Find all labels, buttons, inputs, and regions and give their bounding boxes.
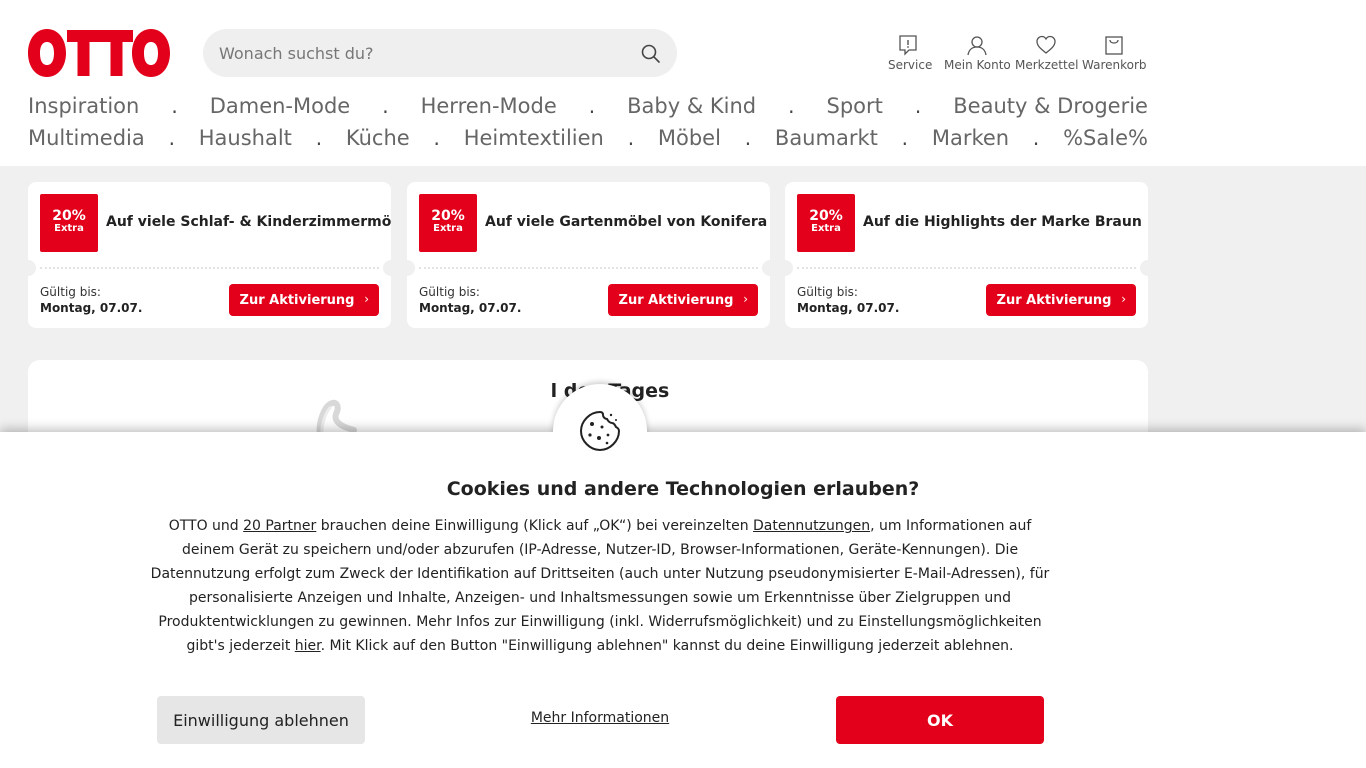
- cart-link[interactable]: Warenkorb: [1082, 34, 1147, 74]
- cookie-text: OTTO und 20 Partner brauchen deine Einwi…: [150, 518, 1050, 654]
- cookie-badge: [549, 384, 651, 482]
- coupon-divider: [797, 267, 1136, 269]
- main-nav-row-1: Inspiration . Damen-Mode . Herren-Mode .…: [28, 94, 1148, 118]
- nav-item-baumarkt[interactable]: Baumarkt: [775, 126, 878, 150]
- nav-item-sport[interactable]: Sport: [827, 94, 883, 118]
- search-icon[interactable]: [640, 43, 662, 65]
- coupon-card: 20% Extra Auf viele Gartenmöbel von Koni…: [407, 182, 770, 328]
- chevron-right-icon: ›: [364, 292, 369, 306]
- search-input[interactable]: [203, 29, 633, 77]
- cookie-title: Cookies und andere Technologien erlauben…: [446, 478, 920, 500]
- valid-date: Montag, 07.07.: [797, 301, 900, 315]
- service-icon: [888, 34, 928, 56]
- nav-item-herren-mode[interactable]: Herren-Mode: [421, 94, 557, 118]
- site-header: Service Mein Konto Merkzettel Warenkorb …: [0, 0, 1366, 166]
- nav-item-marken[interactable]: Marken: [932, 126, 1009, 150]
- valid-label: Gültig bis:: [40, 285, 101, 299]
- cart-icon: [1082, 34, 1146, 56]
- nav-item-haushalt[interactable]: Haushalt: [199, 126, 292, 150]
- chevron-right-icon: ›: [743, 292, 748, 306]
- valid-label: Gültig bis:: [419, 285, 480, 299]
- activate-coupon-button[interactable]: Zur Aktivierung ›: [608, 284, 758, 316]
- valid-date: Montag, 07.07.: [419, 301, 522, 315]
- nav-item-kueche[interactable]: Küche: [346, 126, 410, 150]
- nav-item-beauty-drogerie[interactable]: Beauty & Drogerie: [953, 94, 1148, 118]
- nav-item-inspiration[interactable]: Inspiration: [28, 94, 139, 118]
- wishlist-label: Merkzettel: [1015, 58, 1079, 72]
- nav-item-multimedia[interactable]: Multimedia: [28, 126, 145, 150]
- chevron-right-icon: ›: [1121, 292, 1126, 306]
- datennutzungen-link[interactable]: Datennutzungen: [753, 518, 870, 534]
- account-label: Mein Konto: [944, 58, 1011, 72]
- partner-link[interactable]: 20 Partner: [243, 518, 316, 534]
- discount-badge: 20% Extra: [40, 194, 98, 252]
- decline-consent-button[interactable]: Einwilligung ablehnen: [157, 696, 365, 744]
- heart-icon: [1015, 34, 1077, 56]
- activate-coupon-button[interactable]: Zur Aktivierung ›: [229, 284, 379, 316]
- nav-item-sale[interactable]: %Sale%: [1063, 126, 1148, 150]
- otto-logo[interactable]: [28, 27, 170, 79]
- nav-item-heimtextilien[interactable]: Heimtextilien: [464, 126, 604, 150]
- service-link[interactable]: Service: [888, 34, 933, 74]
- nav-item-baby-kind[interactable]: Baby & Kind: [627, 94, 756, 118]
- nav-item-damen-mode[interactable]: Damen-Mode: [210, 94, 351, 118]
- coupon-card: 20% Extra Auf die Highlights der Marke B…: [785, 182, 1148, 328]
- coupon-title: Auf viele Gartenmöbel von Konifera: [485, 214, 768, 230]
- main-nav-row-2: Multimedia . Haushalt . Küche . Heimtext…: [28, 126, 1148, 150]
- hier-link[interactable]: hier: [295, 638, 321, 654]
- more-info-link[interactable]: Mehr Informationen: [500, 710, 700, 726]
- coupon-divider: [40, 267, 379, 269]
- nav-item-moebel[interactable]: Möbel: [658, 126, 721, 150]
- user-icon: [944, 34, 1010, 56]
- wishlist-link[interactable]: Merkzettel: [1015, 34, 1079, 74]
- discount-badge: 20% Extra: [419, 194, 477, 252]
- search-bar: [203, 29, 677, 77]
- cart-label: Warenkorb: [1082, 58, 1147, 72]
- discount-badge: 20% Extra: [797, 194, 855, 252]
- activate-coupon-button[interactable]: Zur Aktivierung ›: [986, 284, 1136, 316]
- coupon-divider: [419, 267, 758, 269]
- coupon-title: Auf viele Schlaf- & Kinderzimmermöbel: [106, 214, 391, 230]
- coupon-title: Auf die Highlights der Marke Braun: [863, 214, 1142, 230]
- accept-ok-button[interactable]: OK: [836, 696, 1044, 744]
- valid-label: Gültig bis:: [797, 285, 858, 299]
- valid-date: Montag, 07.07.: [40, 301, 143, 315]
- account-link[interactable]: Mein Konto: [944, 34, 1011, 74]
- service-label: Service: [888, 58, 933, 72]
- coupon-card: 20% Extra Auf viele Schlaf- & Kinderzimm…: [28, 182, 391, 328]
